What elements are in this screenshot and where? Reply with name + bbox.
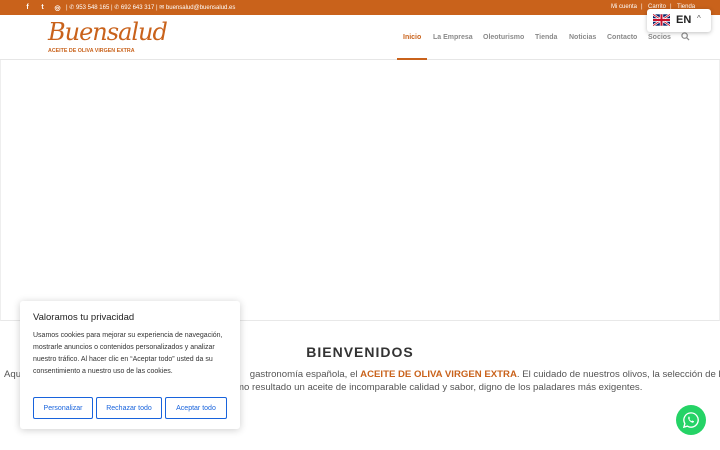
- phone-icon: ✆: [69, 5, 75, 11]
- facebook-icon[interactable]: f: [20, 0, 35, 15]
- cookie-text: Usamos cookies para mejorar su experienc…: [33, 332, 223, 375]
- phone-number-2[interactable]: 692 643 317: [121, 5, 154, 11]
- instagram-icon[interactable]: ◎: [50, 0, 65, 15]
- my-account-link[interactable]: Mi cuenta: [611, 4, 637, 10]
- nav-la-empresa[interactable]: La Empresa: [433, 34, 473, 41]
- nav-tienda[interactable]: Tienda: [535, 34, 557, 41]
- customize-button[interactable]: Personalizar: [33, 397, 93, 419]
- phone-number-1[interactable]: 953 548 165: [76, 5, 109, 11]
- nav-oleoturismo[interactable]: Oleoturismo: [483, 34, 524, 41]
- search-icon[interactable]: [681, 32, 690, 43]
- email-link[interactable]: buensalud@buensalud.es: [166, 5, 235, 11]
- nav-noticias[interactable]: Noticias: [569, 34, 596, 41]
- nav-contacto[interactable]: Contacto: [607, 34, 637, 41]
- mail-icon: ✉: [159, 5, 165, 11]
- cookie-title: Valoramos tu privacidad: [33, 312, 135, 323]
- uk-flag-icon: [653, 14, 670, 26]
- welcome-text-middle: gastronomía española, el: [247, 369, 361, 380]
- welcome-text-line2: mo resultado un aceite de incomparable c…: [236, 382, 643, 393]
- welcome-text-end: . El cuidado de nuestros olivos, la sele…: [516, 369, 720, 380]
- hero-slider: [0, 60, 720, 321]
- whatsapp-chat-button[interactable]: [676, 405, 706, 435]
- whatsapp-small-icon: ✆: [114, 5, 120, 11]
- divider: |: [155, 5, 158, 11]
- nav-socios[interactable]: Socios: [648, 34, 671, 41]
- site-header: Buensalud ACEITE DE OLIVA VIRGEN EXTRA I…: [0, 15, 720, 60]
- welcome-text-start: Aqu: [4, 369, 22, 380]
- divider: |: [66, 5, 68, 11]
- nav-inicio[interactable]: Inicio: [403, 34, 421, 41]
- reject-all-button[interactable]: Rechazar todo: [96, 397, 162, 419]
- logo-wordmark: Buensalud: [48, 18, 168, 46]
- whatsapp-icon: [682, 412, 699, 429]
- cookie-consent-dialog: Valoramos tu privacidad Usamos cookies p…: [20, 301, 240, 429]
- site-logo[interactable]: Buensalud ACEITE DE OLIVA VIRGEN EXTRA: [46, 18, 168, 58]
- language-code: EN: [676, 14, 692, 26]
- language-switcher[interactable]: EN ^: [647, 9, 711, 32]
- divider: |: [110, 5, 113, 11]
- twitter-icon[interactable]: t: [35, 0, 50, 15]
- chevron-up-icon: ^: [697, 14, 701, 23]
- contact-info: | ✆ 953 548 165 | ✆ 692 643 317 | ✉ buen…: [66, 4, 235, 11]
- welcome-highlight: ACEITE DE OLIVA VIRGEN EXTRA: [360, 369, 517, 380]
- top-bar: f t ◎ | ✆ 953 548 165 | ✆ 692 643 317 | …: [0, 0, 720, 15]
- divider: |: [641, 4, 643, 10]
- accept-all-button[interactable]: Aceptar todo: [165, 397, 227, 419]
- logo-tagline: ACEITE DE OLIVA VIRGEN EXTRA: [48, 48, 135, 54]
